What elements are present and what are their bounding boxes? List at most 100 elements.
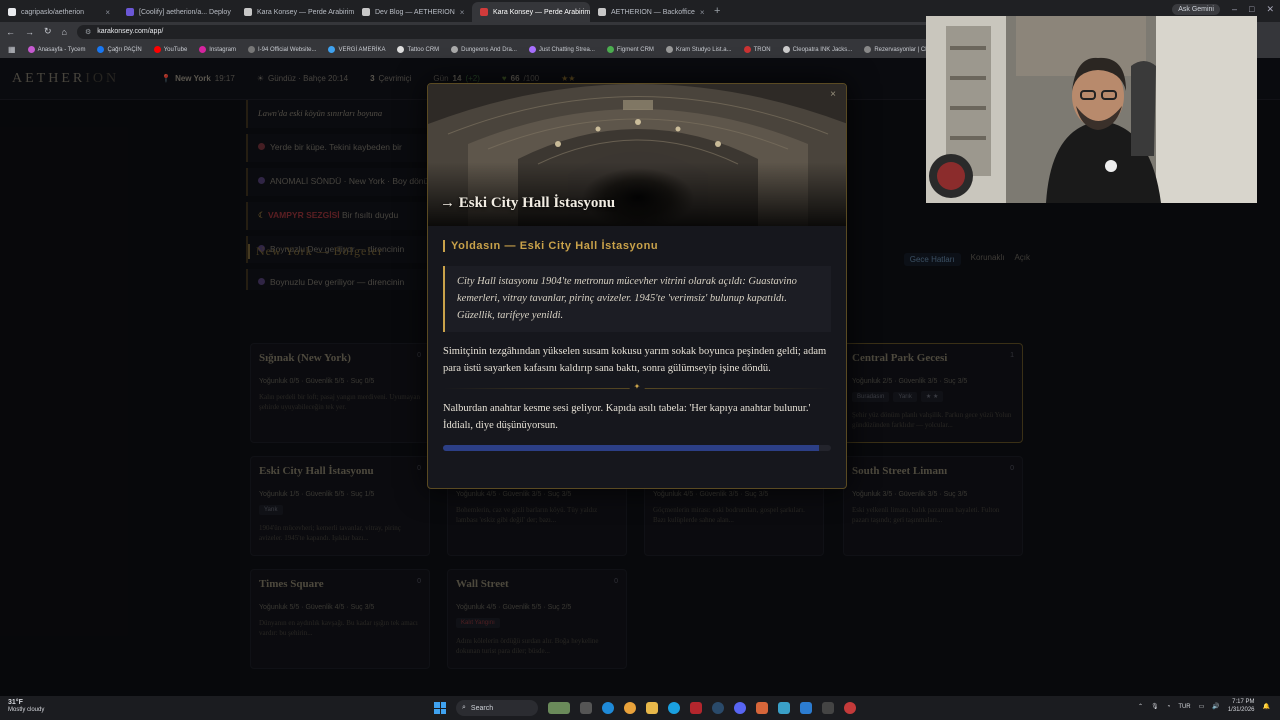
bookmark-item[interactable]: Tattoo CRM: [397, 46, 439, 53]
discord-icon[interactable]: [734, 702, 746, 714]
browser-tab[interactable]: cagripaslo/aetherion ×: [0, 2, 118, 22]
bookmark-item[interactable]: TRON: [743, 46, 771, 53]
district-tag: Yarık: [893, 392, 917, 402]
bookmark-favicon-icon: [97, 46, 105, 53]
district-card[interactable]: Times Square 0 Yoğunluk 5/5 · Güvenlik 4/5…: [250, 569, 430, 669]
terminal-icon[interactable]: [822, 702, 834, 714]
feed-dot-icon: [258, 278, 265, 286]
system-tray: ⌃ 🎙 ◔ TUR ▭ 🔊 7:17 PM 1/31/2026 🔔: [1138, 699, 1270, 715]
bookmark-item[interactable]: Cleopatra INK Jacks...: [782, 46, 852, 53]
browser-tab[interactable]: Dev Blog — AETHERION ×: [354, 2, 472, 22]
district-card[interactable]: Sığınak (New York) 0 Yoğunluk 0/5 · Güvenl…: [250, 343, 430, 443]
app-icon-orange[interactable]: [756, 702, 768, 714]
start-icon[interactable]: [434, 702, 446, 714]
network-icon[interactable]: ▭: [1199, 703, 1205, 710]
bookmark-label: I-94 Official Website...: [257, 46, 317, 53]
browser-tab[interactable]: Kara Konsey — Perde Arabirimi×: [236, 2, 354, 22]
district-description: Göçmenlerin mirası: eski bodrumları, gos…: [653, 506, 805, 524]
district-stats: Yoğunluk 4/5 · Güvenlik 3/5 · Suç 3/5: [653, 491, 769, 498]
taskbar-apps: ⌕ Search: [434, 700, 856, 716]
language-indicator[interactable]: TUR: [1178, 704, 1190, 710]
hearts-max: /100: [523, 74, 540, 83]
district-title: Wall Street: [456, 578, 509, 590]
vscode-icon[interactable]: [800, 702, 812, 714]
bookmark-item[interactable]: Instagram: [199, 46, 236, 53]
tray-app-icon[interactable]: ◔: [1167, 704, 1171, 710]
nav-online[interactable]: 3 Çevrimiçi: [370, 74, 411, 83]
district-filter[interactable]: Gece Hatları: [903, 253, 961, 266]
apps-icon[interactable]: ▦: [8, 45, 16, 54]
minimize-icon[interactable]: –: [1232, 4, 1237, 15]
clock[interactable]: 7:17 PM 1/31/2026: [1228, 699, 1255, 715]
home-icon[interactable]: ⌂: [62, 27, 67, 37]
webcam-overlay: [926, 16, 1257, 203]
heart-icon: ♥: [501, 74, 507, 83]
brand-logo[interactable]: AETHERION: [12, 71, 119, 87]
new-tab-button[interactable]: +: [714, 5, 720, 17]
bookmark-label: Instagram: [209, 46, 236, 53]
district-card[interactable]: Central Park Gecesi 1 Yoğunluk 2/5 · Güven…: [843, 343, 1023, 443]
maximize-icon[interactable]: □: [1249, 4, 1254, 15]
bookmark-item[interactable]: Kram Studyo List.a...: [665, 46, 732, 53]
bookmark-item[interactable]: Dungeons And Dra...: [451, 46, 517, 53]
site-info-icon[interactable]: ⚙: [85, 28, 91, 36]
hero-title: → Eski City Hall İstasyonu: [440, 195, 616, 211]
bookmark-item[interactable]: Just Chatting Strea...: [528, 46, 595, 53]
district-card[interactable]: Wall Street 0 Yoğunluk 4/5 · Güvenlik 5/5 …: [447, 569, 627, 669]
steam-icon[interactable]: [712, 702, 724, 714]
browser-tab[interactable]: Kara Konsey — Perde Arabirimi×: [472, 2, 590, 22]
bookmark-item[interactable]: I-94 Official Website...: [247, 46, 317, 53]
weather-widget[interactable]: 31°F Mostly cloudy: [8, 699, 44, 715]
taskbar-search[interactable]: ⌕ Search: [456, 700, 538, 716]
skype-icon[interactable]: [668, 702, 680, 714]
mic-icon[interactable]: 🎙: [1151, 703, 1159, 710]
feed-entry-text: Bir fısıltı duydu: [342, 209, 399, 220]
notepad-icon[interactable]: [778, 702, 790, 714]
file-explorer-icon[interactable]: [646, 702, 658, 714]
district-stats: Yoğunluk 5/5 · Güvenlik 4/5 · Suç 3/5: [259, 604, 375, 611]
district-filter[interactable]: Korunaklı: [971, 253, 1005, 266]
online-label: Çevrimiçi: [378, 74, 412, 83]
edge-icon[interactable]: [602, 702, 614, 714]
bookmark-item[interactable]: VERGİ AMERİKA: [328, 46, 385, 53]
bookmark-label: Kram Studyo List.a...: [675, 46, 732, 53]
tab-close-icon[interactable]: ×: [105, 8, 110, 17]
ask-gemini-button[interactable]: Ask Gemini: [1172, 4, 1220, 15]
chrome-icon[interactable]: [624, 702, 636, 714]
search-label: Search: [470, 704, 494, 712]
nav-city[interactable]: 📍 New York 19:17: [161, 74, 235, 83]
tray-chevron-icon[interactable]: ⌃: [1138, 703, 1143, 710]
day-label: Gün: [433, 74, 449, 83]
district-title: Eski City Hall İstasyonu: [259, 465, 374, 477]
browser-tab[interactable]: [Coolify] aetherion/a... Deploy×: [118, 2, 236, 22]
volume-icon[interactable]: 🔊: [1212, 703, 1219, 710]
widgets-icon[interactable]: [548, 702, 570, 714]
travel-progress-fill: [443, 444, 820, 451]
bookmark-item[interactable]: YouTube: [153, 46, 187, 53]
district-stats: Yoğunluk 0/5 · Güvenlik 5/5 · Suç 0/5: [259, 378, 375, 385]
bookmark-item[interactable]: Figment CRM: [606, 46, 654, 53]
district-filter[interactable]: Açık: [1014, 253, 1030, 266]
browser-tab[interactable]: AETHERION — Backoffice ×: [590, 2, 708, 22]
close-window-icon[interactable]: ✕: [1266, 4, 1274, 15]
os-taskbar: 31°F Mostly cloudy ⌕ Search ⌃ 🎙 ◔ TUR ▭ …: [0, 696, 1280, 720]
tab-title: Kara Konsey — Perde Arabirimi: [257, 8, 354, 16]
chrome-red-icon[interactable]: [844, 702, 856, 714]
bookmark-label: TRON: [753, 46, 771, 53]
bookmark-item[interactable]: Anasayfa - Tycem: [27, 46, 85, 53]
forward-icon[interactable]: →: [25, 27, 34, 37]
bookmark-favicon-icon: [153, 46, 161, 53]
bookmark-item[interactable]: Rezervasyonlar | Cle...: [864, 46, 935, 53]
tab-close-icon[interactable]: ×: [700, 8, 705, 17]
app-icon-red[interactable]: [690, 702, 702, 714]
district-description: Dünyanın en aydınlık kavşağı. Bu kadar ı…: [259, 619, 418, 637]
close-modal-icon[interactable]: ×: [826, 88, 840, 102]
district-card[interactable]: South Street Limanı 0 Yoğunluk 3/5 · Güven…: [843, 456, 1023, 556]
reload-icon[interactable]: ↻: [44, 26, 52, 37]
tab-close-icon[interactable]: ×: [460, 8, 465, 17]
back-icon[interactable]: ←: [6, 27, 15, 37]
district-card[interactable]: Eski City Hall İstasyonu 0 Yoğunluk 1/5 · …: [250, 456, 430, 556]
bookmark-item[interactable]: Çağrı PAÇİN: [97, 46, 142, 53]
notifications-icon[interactable]: 🔔: [1263, 703, 1270, 710]
task-view-icon[interactable]: [580, 702, 592, 714]
